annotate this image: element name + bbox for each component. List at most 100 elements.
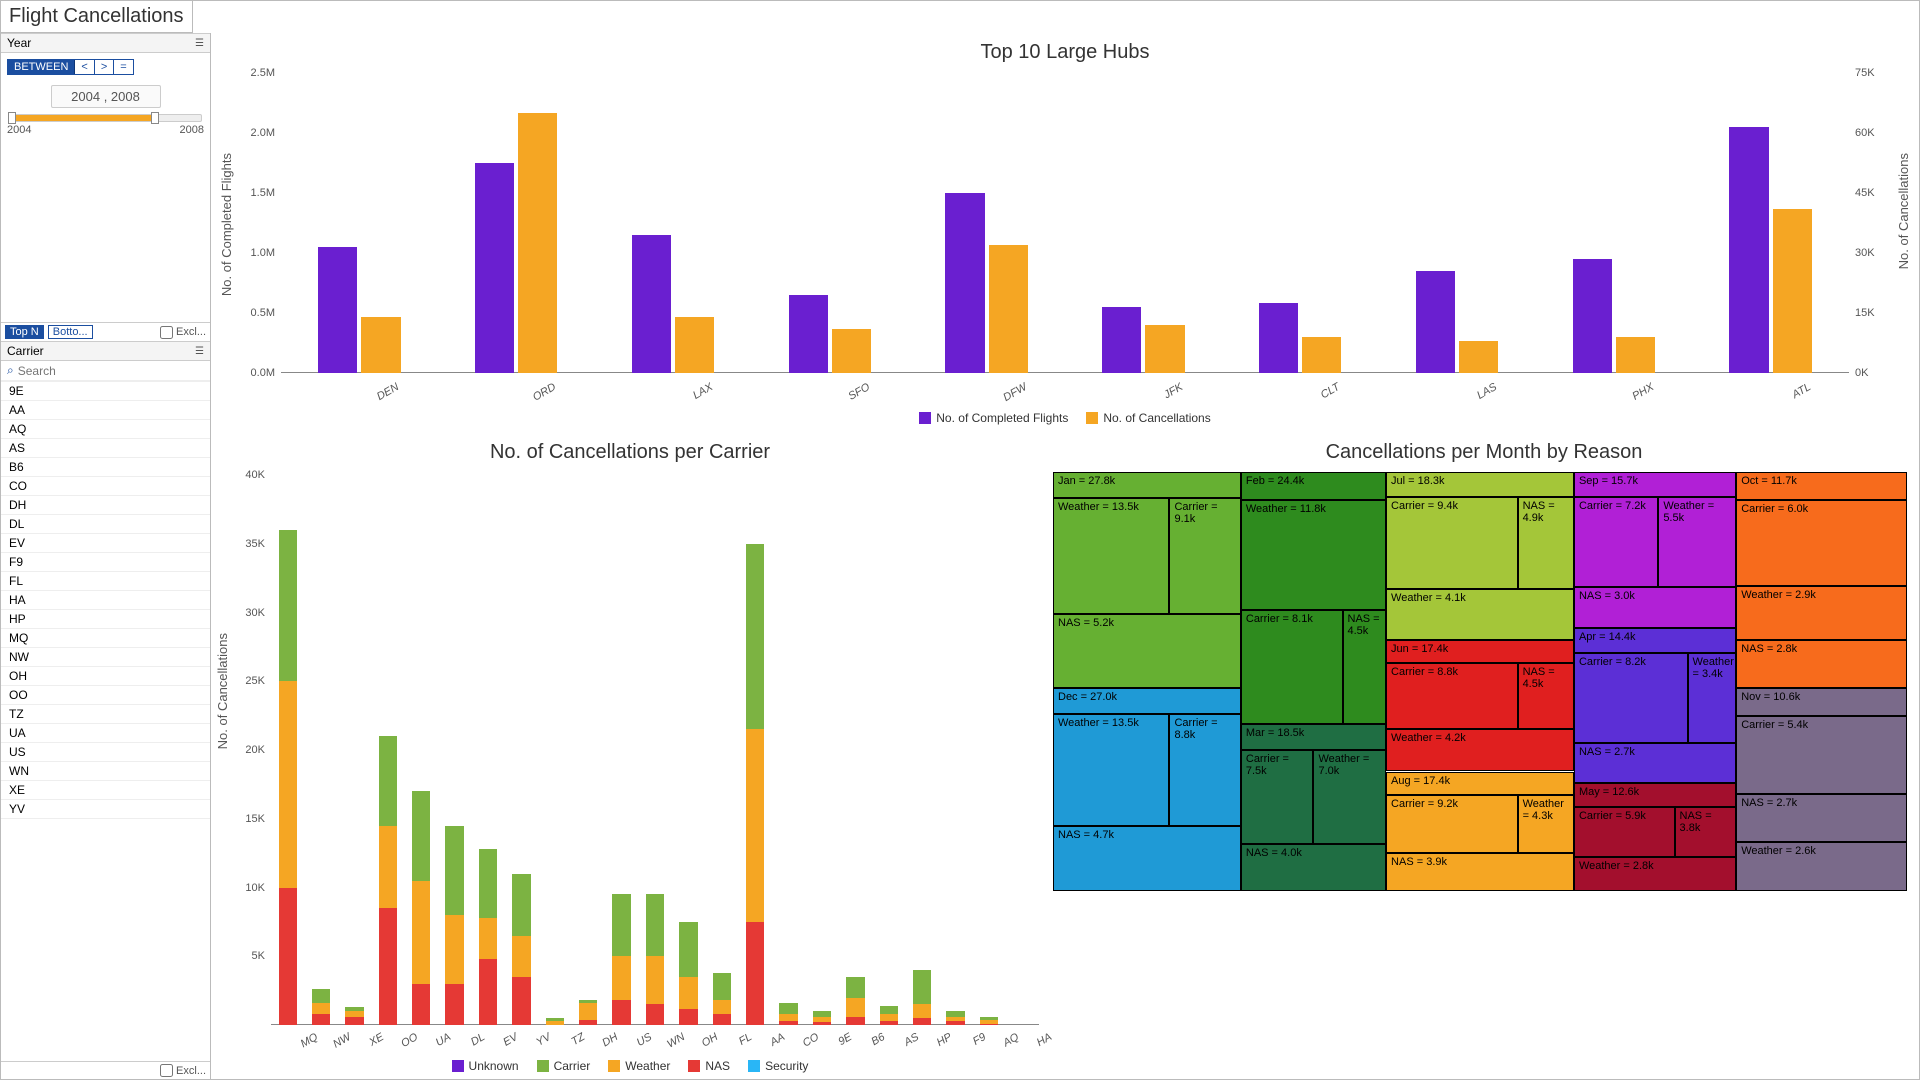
list-item[interactable]: F9: [1, 553, 210, 572]
menu-icon[interactable]: ☰: [195, 346, 204, 357]
treemap-cell[interactable]: Weather = 4.2k: [1386, 729, 1574, 771]
treemap-cell[interactable]: Carrier = 5.9k: [1574, 807, 1675, 857]
exclude-check[interactable]: Excl...: [160, 326, 206, 339]
treemap-cell[interactable]: NAS = 4.7k: [1053, 826, 1241, 891]
treemap-cell[interactable]: Weather = 7.0k: [1313, 750, 1386, 844]
bar[interactable]: [1573, 259, 1612, 373]
treemap-cell[interactable]: Apr = 14.4k: [1574, 628, 1736, 653]
treemap-cell[interactable]: NAS = 4.9k: [1518, 497, 1574, 589]
bar[interactable]: [445, 984, 463, 1025]
list-item[interactable]: WN: [1, 762, 210, 781]
bar[interactable]: [813, 1022, 831, 1025]
bar[interactable]: [1729, 127, 1768, 373]
bar[interactable]: [612, 956, 630, 1000]
treemap-cell[interactable]: Mar = 18.5k: [1241, 724, 1386, 751]
gt-button[interactable]: >: [95, 60, 114, 74]
bar[interactable]: [279, 681, 297, 887]
list-item[interactable]: EV: [1, 534, 210, 553]
treemap-cell[interactable]: Weather = 4.3k: [1518, 795, 1574, 853]
bar[interactable]: [546, 1021, 564, 1025]
bar[interactable]: [646, 894, 664, 956]
bar[interactable]: [412, 984, 430, 1025]
treemap-cell[interactable]: Carrier = 9.1k: [1169, 498, 1240, 614]
bar[interactable]: [880, 1006, 898, 1014]
topn-button[interactable]: Top N: [5, 325, 44, 339]
list-item[interactable]: NW: [1, 648, 210, 667]
bar[interactable]: [479, 918, 497, 959]
search-input[interactable]: [18, 364, 204, 378]
list-item[interactable]: AA: [1, 401, 210, 420]
list-item[interactable]: US: [1, 743, 210, 762]
bar[interactable]: [679, 1009, 697, 1026]
treemap-cell[interactable]: Nov = 10.6k: [1736, 688, 1907, 717]
bar[interactable]: [779, 1014, 797, 1021]
list-item[interactable]: MQ: [1, 629, 210, 648]
bar[interactable]: [312, 1014, 330, 1025]
list-item[interactable]: DL: [1, 515, 210, 534]
treemap-cell[interactable]: Oct = 11.7k: [1736, 472, 1907, 500]
treemap-cell[interactable]: Carrier = 8.8k: [1386, 663, 1518, 729]
treemap-cell[interactable]: Weather = 13.5k: [1053, 498, 1169, 614]
treemap-cell[interactable]: Carrier = 7.5k: [1241, 750, 1314, 844]
list-item[interactable]: 9E: [1, 382, 210, 401]
bar[interactable]: [746, 922, 764, 1025]
bottomn-button[interactable]: Botto...: [48, 325, 93, 339]
bar[interactable]: [980, 1017, 998, 1020]
bar[interactable]: [512, 874, 530, 936]
bar[interactable]: [1616, 337, 1655, 373]
treemap-cell[interactable]: NAS = 4.0k: [1241, 844, 1386, 891]
treemap-cell[interactable]: Aug = 17.4k: [1386, 772, 1574, 796]
bar[interactable]: [846, 1017, 864, 1025]
bar[interactable]: [813, 1017, 831, 1023]
between-button[interactable]: BETWEEN: [8, 60, 75, 74]
treemap-cell[interactable]: Carrier = 7.2k: [1574, 497, 1658, 587]
bar[interactable]: [746, 544, 764, 730]
bar[interactable]: [946, 1021, 964, 1025]
list-item[interactable]: AQ: [1, 420, 210, 439]
bar[interactable]: [832, 329, 871, 373]
bar[interactable]: [379, 826, 397, 909]
treemap-cell[interactable]: Carrier = 6.0k: [1736, 500, 1907, 586]
bar[interactable]: [813, 1011, 831, 1017]
bar[interactable]: [946, 1011, 964, 1017]
bar[interactable]: [345, 1007, 363, 1011]
treemap-cell[interactable]: Carrier = 8.1k: [1241, 610, 1343, 723]
bar[interactable]: [913, 1018, 931, 1025]
bar[interactable]: [880, 1014, 898, 1021]
list-item[interactable]: HA: [1, 591, 210, 610]
bar[interactable]: [779, 1021, 797, 1025]
treemap-cell[interactable]: NAS = 3.0k: [1574, 587, 1736, 627]
list-item[interactable]: CO: [1, 477, 210, 496]
list-item[interactable]: DH: [1, 496, 210, 515]
bar[interactable]: [1102, 307, 1141, 373]
bar[interactable]: [880, 1021, 898, 1025]
list-item[interactable]: HP: [1, 610, 210, 629]
bar[interactable]: [1259, 303, 1298, 373]
bar[interactable]: [512, 936, 530, 977]
bar[interactable]: [279, 530, 297, 681]
list-item[interactable]: YV: [1, 800, 210, 819]
bar[interactable]: [412, 881, 430, 984]
bar[interactable]: [989, 245, 1028, 373]
carrier-list[interactable]: 9EAAAQASB6CODHDLEVF9FLHAHPMQNWOHOOTZUAUS…: [1, 381, 210, 1061]
treemap-cell[interactable]: Weather = 3.4k: [1688, 653, 1737, 743]
bar[interactable]: [779, 1003, 797, 1014]
bar[interactable]: [1773, 209, 1812, 373]
treemap-cell[interactable]: NAS = 3.8k: [1675, 807, 1737, 857]
eq-button[interactable]: =: [114, 60, 132, 74]
bar[interactable]: [1459, 341, 1498, 373]
bar[interactable]: [579, 1020, 597, 1026]
bar[interactable]: [475, 163, 514, 373]
bar[interactable]: [713, 1014, 731, 1025]
list-item[interactable]: OO: [1, 686, 210, 705]
treemap-cell[interactable]: Jan = 27.8k: [1053, 472, 1241, 498]
bar[interactable]: [646, 956, 664, 1004]
treemap-cell[interactable]: Weather = 2.8k: [1574, 857, 1736, 892]
treemap-cell[interactable]: Weather = 2.6k: [1736, 842, 1907, 891]
list-item[interactable]: UA: [1, 724, 210, 743]
treemap-cell[interactable]: May = 12.6k: [1574, 783, 1736, 807]
treemap-cell[interactable]: NAS = 2.7k: [1574, 743, 1736, 783]
treemap-cell[interactable]: Carrier = 8.2k: [1574, 653, 1688, 743]
treemap-cell[interactable]: Feb = 24.4k: [1241, 472, 1386, 500]
bar[interactable]: [379, 736, 397, 825]
